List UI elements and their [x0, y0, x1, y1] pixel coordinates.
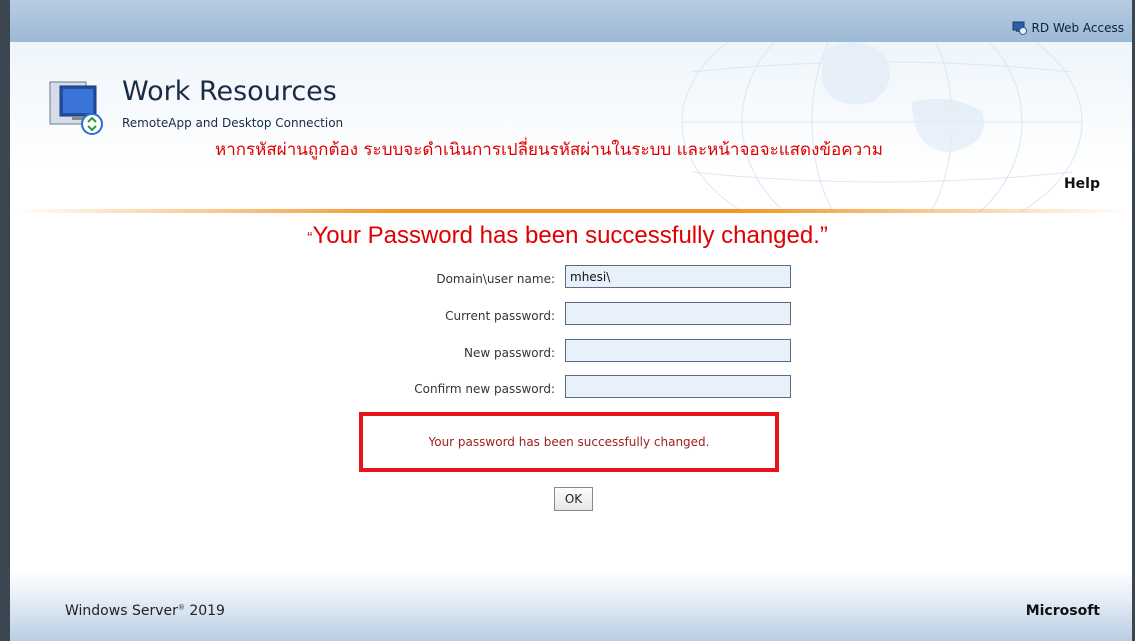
microsoft-brand: Microsoft	[1025, 603, 1100, 619]
work-resources-logo	[46, 76, 110, 140]
globe-background-graphic	[681, 42, 1083, 212]
current-password-input[interactable]	[565, 302, 791, 325]
registered-mark: ®	[177, 603, 185, 612]
windows-server-text: Windows Server	[65, 603, 178, 619]
confirm-password-input[interactable]	[565, 375, 791, 398]
top-bar: RD Web Access	[10, 0, 1132, 42]
current-password-label: Current password:	[445, 309, 555, 323]
window-frame-left	[0, 0, 10, 641]
windows-server-year: 2019	[189, 603, 225, 619]
english-annotation: “Your Password has been successfully cha…	[0, 222, 1135, 250]
rd-web-access-icon	[1012, 21, 1027, 35]
footer: Windows Server® 2019 Microsoft	[10, 570, 1132, 641]
new-password-input[interactable]	[565, 339, 791, 362]
ok-button[interactable]: OK	[554, 487, 593, 511]
rd-web-access-link[interactable]: RD Web Access	[1012, 21, 1124, 35]
help-link[interactable]: Help	[1064, 176, 1100, 192]
confirm-password-label: Confirm new password:	[414, 382, 555, 396]
thai-annotation: หากรหัสผ่านถูกต้อง ระบบจะดำเนินการเปลี่ย…	[215, 140, 883, 160]
windows-server-brand: Windows Server® 2019	[65, 603, 225, 619]
new-password-label: New password:	[463, 346, 555, 360]
success-message-highlight: Your password has been successfully chan…	[359, 412, 779, 472]
page-subtitle: RemoteApp and Desktop Connection	[122, 116, 344, 130]
accent-divider	[10, 209, 1132, 213]
success-message: Your password has been successfully chan…	[428, 435, 710, 449]
annotation-english-text: Your Password has been successfully chan…	[312, 222, 828, 249]
domain-user-label: Domain\user name:	[436, 272, 555, 286]
page-title: Work Resources	[122, 76, 337, 107]
domain-user-input[interactable]	[565, 265, 791, 288]
header: Work Resources RemoteApp and Desktop Con…	[10, 42, 1132, 212]
rd-web-access-label: RD Web Access	[1031, 21, 1124, 35]
